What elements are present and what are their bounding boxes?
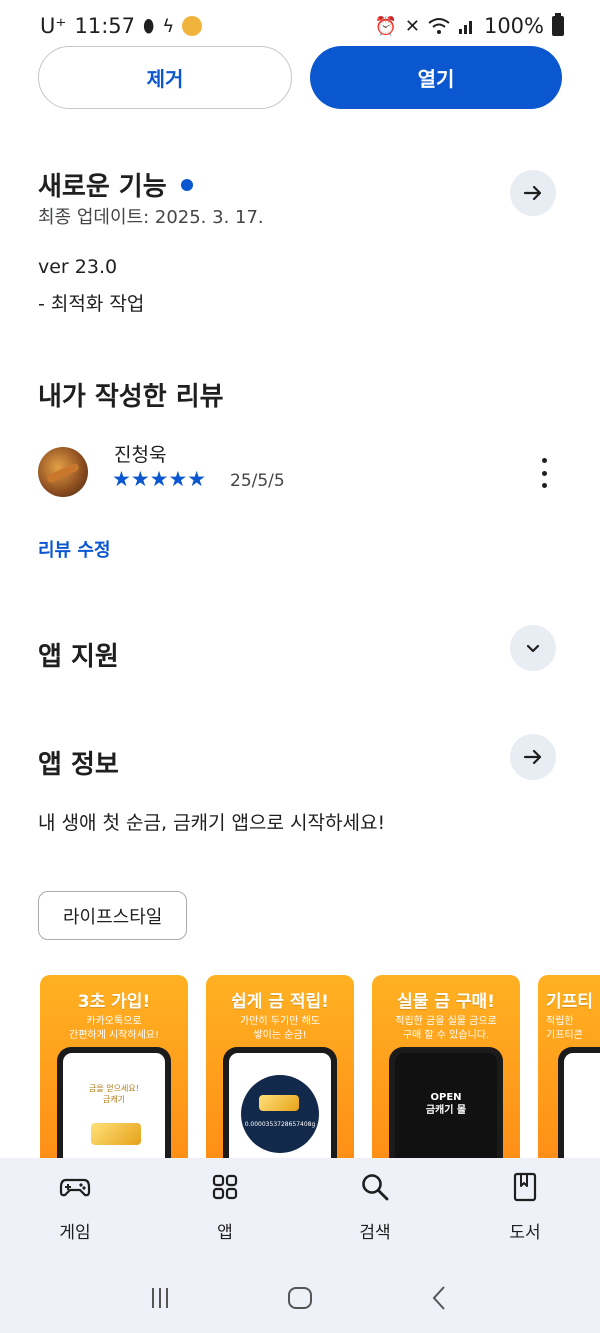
mute-icon: ✕ xyxy=(404,15,420,37)
signal-icon xyxy=(458,21,472,34)
app-support-heading: 앱 지원 xyxy=(38,642,119,672)
category-chip[interactable]: 라이프스타일 xyxy=(38,891,188,940)
screenshot-title: 실물 금 구매! xyxy=(397,992,495,1012)
app-description: 내 생애 첫 순금, 금캐기 앱으로 시작하세요! xyxy=(38,812,386,834)
screenshot-card[interactable]: 기프티 적립한 기프티콘 xyxy=(538,975,600,1175)
arrow-right-icon xyxy=(523,749,542,765)
apps-grid-icon xyxy=(212,1174,238,1200)
screenshot-carousel[interactable]: 3초 가입! 카카오톡으로 간편하게 시작하세요! 금을 얻으세요! 금캐기 쉽… xyxy=(40,975,600,1175)
open-button[interactable]: 열기 xyxy=(310,46,562,109)
pill-icon: ⬮ xyxy=(143,15,155,37)
screenshot-title: 3초 가입! xyxy=(77,992,151,1012)
phone-screen xyxy=(564,1053,600,1175)
status-bar: U⁺ 11:57 ⬮ ϟ ⏰ ✕ 100% xyxy=(0,0,600,52)
version-text: ver 23.0 xyxy=(38,256,118,278)
clock: 11:57 xyxy=(74,14,135,38)
review-date: 25/5/5 xyxy=(230,471,285,491)
edit-review-link[interactable]: 리뷰 수정 xyxy=(38,536,111,562)
nav-label: 게임 xyxy=(59,1223,91,1243)
nav-label: 검색 xyxy=(359,1223,391,1243)
whats-new-title: 새로운 기능 xyxy=(38,172,167,202)
screenshot-subtitle: 카카오톡으로 간편하게 시작하세요! xyxy=(69,1016,159,1041)
star-rating: ★★★★★ xyxy=(112,467,207,491)
phone-mockup: 0.0000353728657408g xyxy=(223,1047,337,1175)
screen-caption: 금을 얻으세요! 금캐기 xyxy=(89,1084,139,1104)
screenshot-card[interactable]: 3초 가입! 카카오톡으로 간편하게 시작하세요! 금을 얻으세요! 금캐기 xyxy=(40,975,188,1175)
screenshot-title: 쉽게 금 적립! xyxy=(231,992,329,1012)
recent-apps-icon[interactable] xyxy=(145,1283,175,1313)
screen-caption: OPEN 금캐기 몰 xyxy=(425,1092,467,1116)
nav-items: 게임 앱 검색 도서 xyxy=(0,1170,600,1243)
gamepad-icon xyxy=(59,1178,91,1197)
screenshot-card[interactable]: 실물 금 구매! 적립한 금을 실물 금으로 구매 할 수 있습니다. OPEN… xyxy=(372,975,520,1175)
screenshot-title: 기프티 xyxy=(546,992,593,1012)
book-icon xyxy=(513,1172,537,1202)
nav-games[interactable]: 게임 xyxy=(0,1170,150,1243)
uninstall-button[interactable]: 제거 xyxy=(38,46,292,109)
whats-new-arrow-button[interactable] xyxy=(510,170,556,216)
alarm-icon: ⏰ xyxy=(374,15,397,37)
nav-search[interactable]: 검색 xyxy=(300,1170,450,1243)
screen-caption: 0.0000353728657408g xyxy=(244,1121,316,1128)
gold-bar-image xyxy=(91,1123,141,1145)
my-review-heading: 내가 작성한 리뷰 xyxy=(38,382,224,412)
carrier-label: U⁺ xyxy=(40,14,67,38)
nav-apps[interactable]: 앱 xyxy=(150,1170,300,1243)
status-left: U⁺ 11:57 ⬮ ϟ xyxy=(40,14,203,38)
reviewer-avatar xyxy=(38,447,88,497)
chevron-down-icon xyxy=(526,644,540,653)
screenshot-subtitle: 적립한 금을 실물 금으로 구매 할 수 있습니다. xyxy=(395,1016,497,1041)
app-notification-icon xyxy=(182,16,203,36)
battery-icon xyxy=(552,13,564,36)
arrow-right-icon xyxy=(523,185,542,201)
phone-mockup: OPEN 금캐기 몰 xyxy=(389,1047,503,1175)
back-icon[interactable] xyxy=(425,1283,455,1313)
nav-label: 앱 xyxy=(217,1223,233,1243)
release-notes: - 최적화 작업 xyxy=(38,293,145,315)
app-info-heading: 앱 정보 xyxy=(38,750,119,780)
screenshot-subtitle: 적립한 기프티콘 xyxy=(546,1016,583,1041)
system-navigation-bar xyxy=(0,1278,600,1318)
reviewer-name: 진청욱 xyxy=(114,444,167,466)
phone-mockup: 금을 얻으세요! 금캐기 xyxy=(57,1047,171,1175)
gold-counter-circle: 0.0000353728657408g xyxy=(241,1075,319,1153)
app-support-expand-button[interactable] xyxy=(510,625,556,671)
phone-screen: 0.0000353728657408g xyxy=(229,1053,331,1175)
battery-percent: 100% xyxy=(483,14,544,38)
gold-bar-image xyxy=(259,1095,299,1111)
status-right: ⏰ ✕ 100% xyxy=(374,13,564,38)
home-icon[interactable] xyxy=(285,1283,315,1313)
nav-label: 도서 xyxy=(509,1223,541,1243)
bottom-navigation: 게임 앱 검색 도서 xyxy=(0,1158,600,1333)
app-actions: 제거 열기 xyxy=(38,46,562,109)
phone-screen: 금을 얻으세요! 금캐기 xyxy=(63,1053,165,1175)
screenshot-card[interactable]: 쉽게 금 적립! 가만히 두기만 해도 쌓이는 순금! 0.0000353728… xyxy=(206,975,354,1175)
whats-new-heading: 새로운 기능 xyxy=(38,166,193,203)
screenshot-subtitle: 가만히 두기만 해도 쌓이는 순금! xyxy=(240,1016,320,1041)
phone-screen: OPEN 금캐기 몰 xyxy=(395,1053,497,1175)
last-updated-date: 최종 업데이트: 2025. 3. 17. xyxy=(38,207,264,228)
notification-icon: ϟ xyxy=(162,15,175,37)
app-info-arrow-button[interactable] xyxy=(510,734,556,780)
new-indicator-dot xyxy=(180,178,193,191)
nav-books[interactable]: 도서 xyxy=(450,1170,600,1243)
more-options-icon[interactable] xyxy=(538,458,550,488)
search-icon xyxy=(362,1174,389,1201)
phone-mockup xyxy=(558,1047,600,1175)
wifi-icon xyxy=(428,18,450,34)
